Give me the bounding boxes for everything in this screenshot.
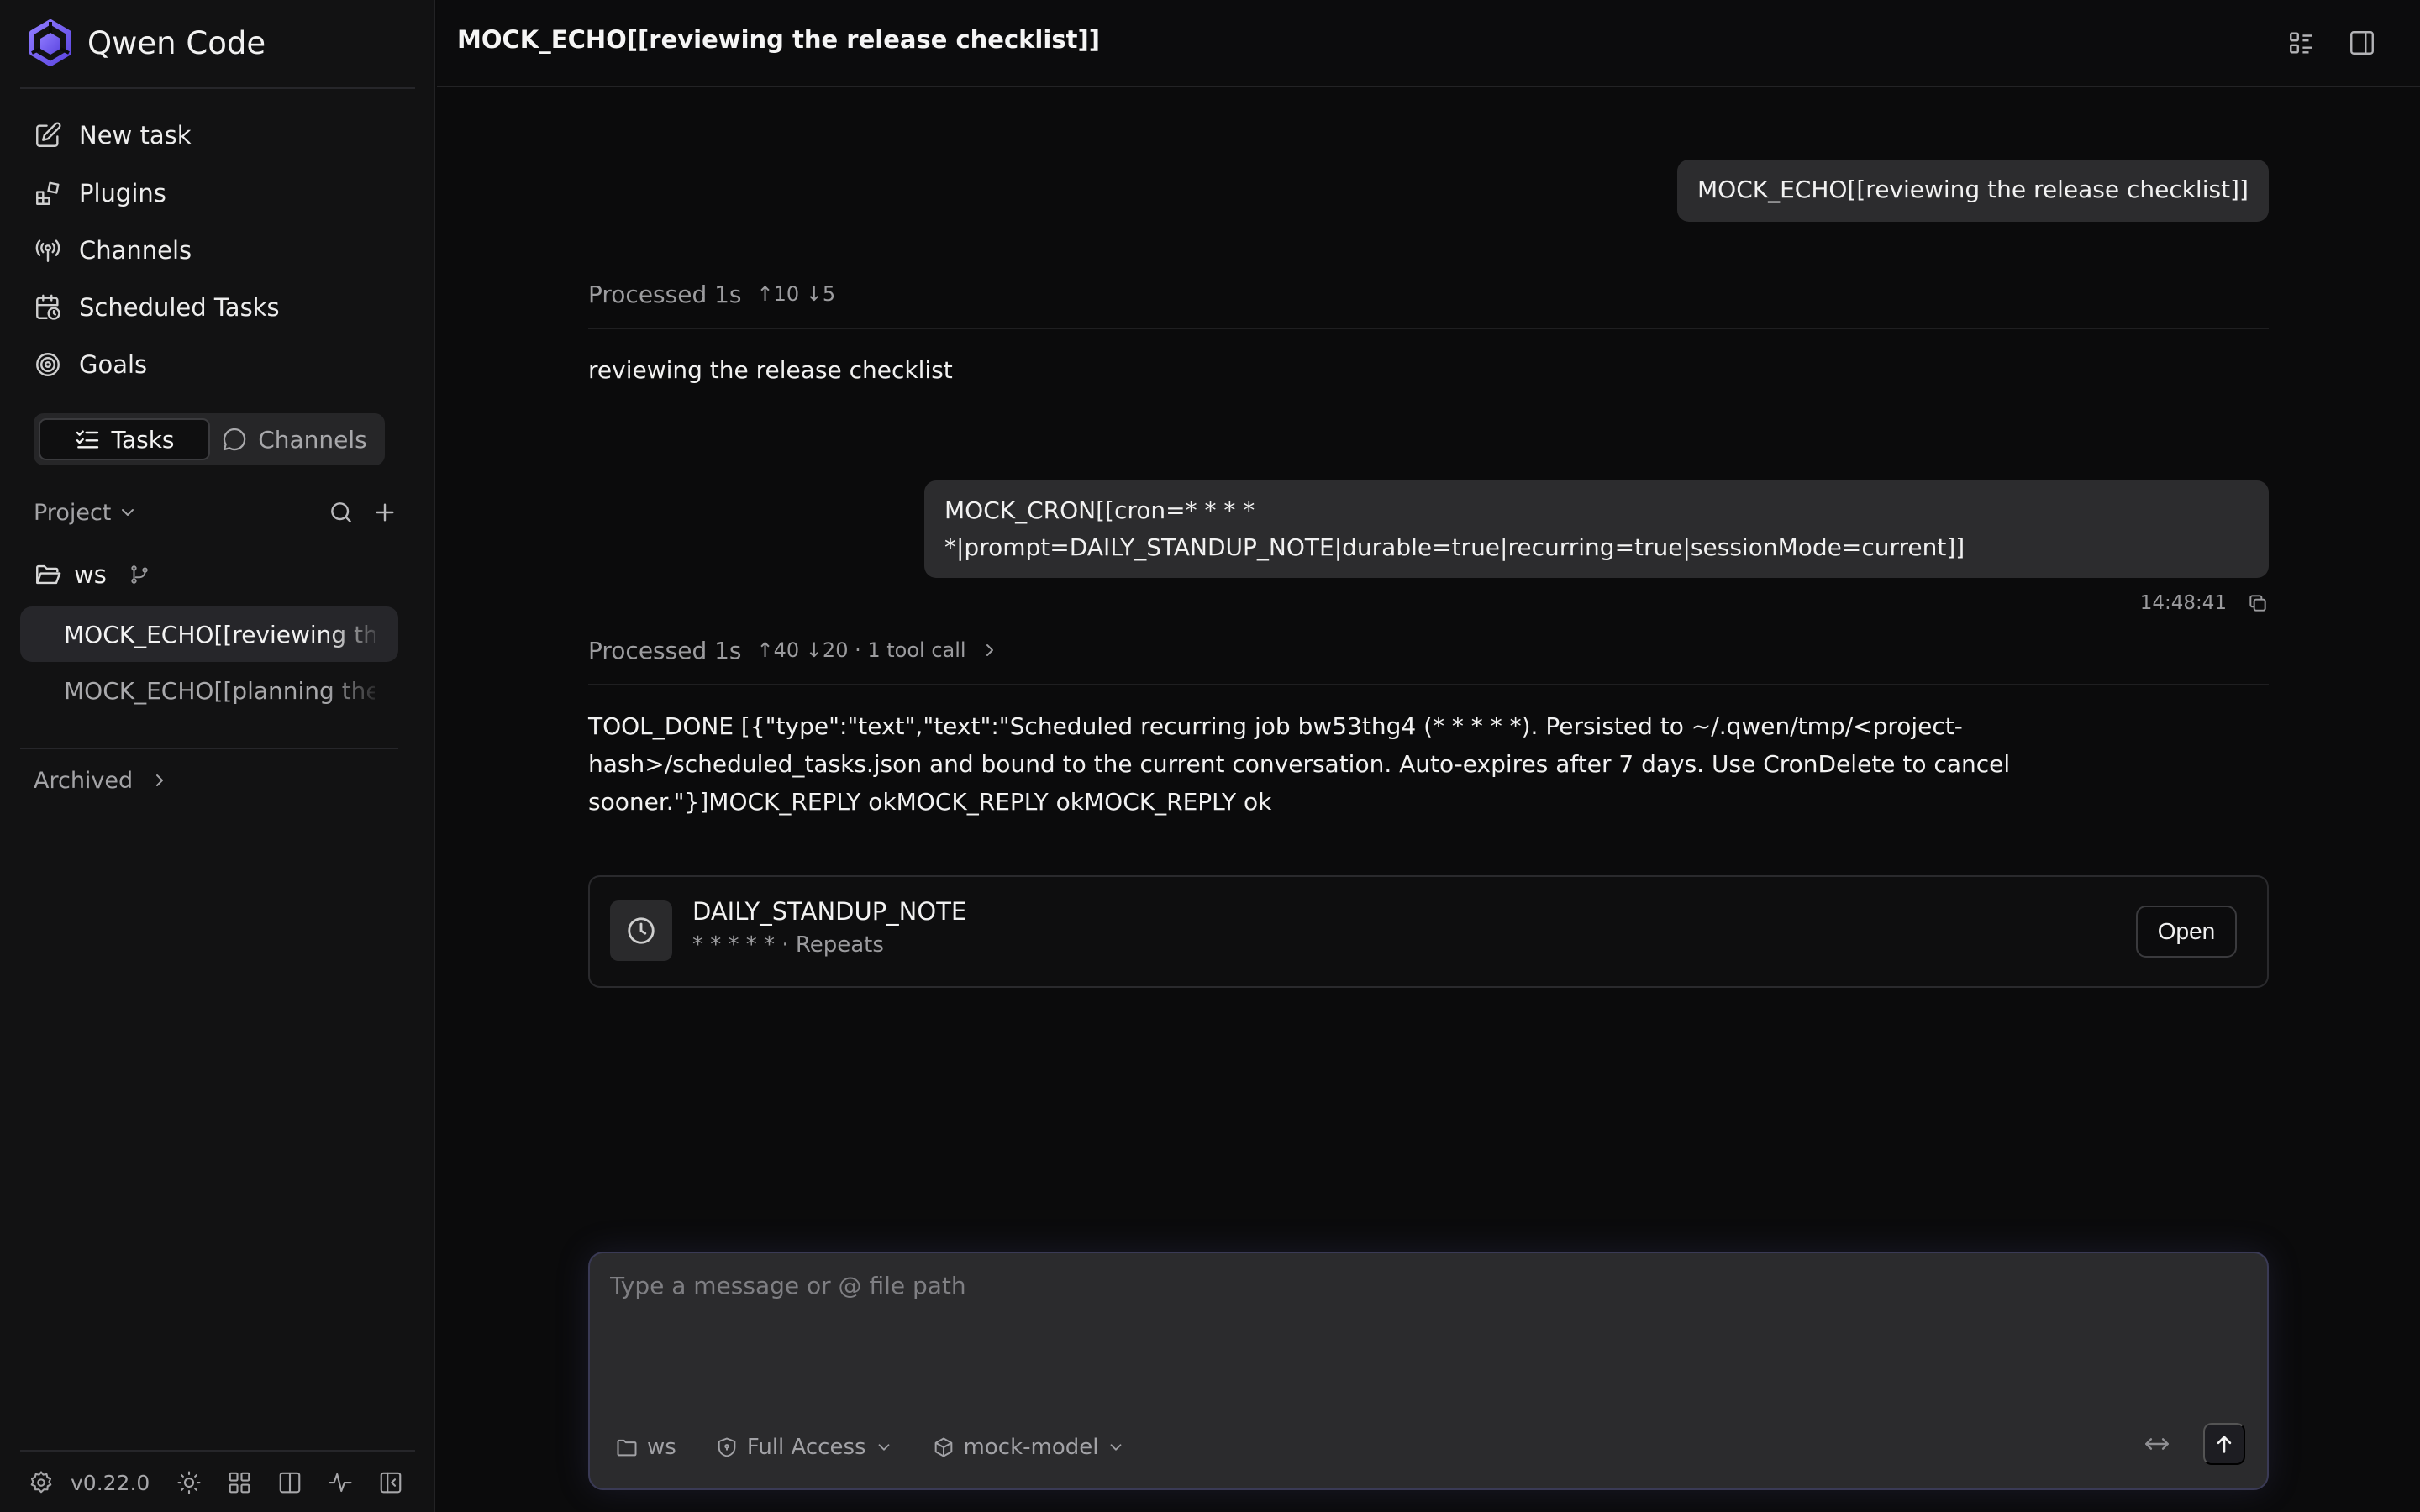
sidebar: Qwen Code New task Plugins Channels Sche… (0, 0, 435, 1512)
token-stats: ↑10 ↓5 (756, 282, 836, 306)
sun-icon[interactable] (176, 1470, 202, 1495)
workspace-folder[interactable]: ws (34, 553, 150, 596)
tab-label: Tasks (111, 425, 175, 454)
session-item[interactable]: MOCK_ECHO[[planning the (20, 663, 398, 718)
model-label: mock-model (963, 1435, 1099, 1460)
processed-summary[interactable]: Processed 1s ↑10 ↓5 (588, 274, 2269, 314)
archived-label: Archived (34, 767, 134, 794)
task-icon-tile (610, 900, 672, 961)
activity-icon[interactable] (328, 1470, 353, 1495)
chevron-down-icon (875, 1438, 893, 1457)
target-icon (34, 350, 62, 379)
processed-label: Processed 1s (588, 280, 742, 308)
copy-icon[interactable] (2247, 592, 2269, 614)
cube-icon (932, 1436, 955, 1459)
text-fade (326, 606, 385, 662)
assistant-reply: TOOL_DONE [{"type":"text","text":"Schedu… (588, 712, 2011, 816)
chevron-right-icon (980, 640, 1000, 660)
edit-icon (34, 121, 62, 150)
composer-toolbar: ws Full Access mock-model (615, 1426, 1164, 1468)
nav-plugins[interactable]: Plugins (20, 167, 415, 219)
expand-horizontal-icon[interactable] (2143, 1430, 2171, 1458)
chat-bubble-icon (221, 426, 248, 453)
workspace-chip-label: ws (647, 1435, 676, 1460)
shield-icon (715, 1436, 739, 1459)
task-list-icon[interactable] (2287, 29, 2316, 57)
arrow-up-icon (2212, 1432, 2236, 1456)
token-stats: ↑40 ↓20 · 1 tool call (756, 638, 966, 662)
project-dropdown-label[interactable]: Project (34, 500, 111, 526)
archived-toggle[interactable]: Archived (34, 761, 170, 800)
plugins-icon (34, 179, 62, 207)
nav-label: Plugins (79, 179, 166, 207)
model-dropdown[interactable]: mock-model (932, 1435, 1126, 1460)
project-actions (311, 499, 398, 526)
nav-label: Goals (79, 350, 148, 379)
project-header: Project (34, 491, 398, 534)
processed-label: Processed 1s (588, 636, 742, 664)
topbar-actions (2255, 29, 2376, 57)
divider (588, 684, 2269, 685)
brand: Qwen Code (27, 18, 266, 67)
view-switcher: Tasks Channels (34, 413, 385, 465)
user-message: MOCK_CRON[[cron=* * * * *|prompt=DAILY_S… (924, 480, 2269, 578)
composer: ws Full Access mock-model (588, 1252, 2269, 1490)
open-task-button[interactable]: Open (2136, 906, 2237, 958)
plus-icon[interactable] (371, 499, 398, 526)
folder-icon (615, 1436, 639, 1459)
chevron-right-icon (150, 770, 170, 790)
scheduled-task-schedule: * * * * * · Repeats (692, 932, 884, 958)
nav-label: Channels (79, 236, 192, 265)
app-name: Qwen Code (87, 24, 266, 61)
git-branch-icon (129, 564, 150, 585)
workspace-name: ws (74, 560, 107, 589)
composer-actions (2143, 1423, 2245, 1465)
broadcast-icon (34, 236, 62, 265)
search-icon[interactable] (328, 499, 355, 526)
session-item[interactable]: MOCK_ECHO[[reviewing the release checkli… (20, 606, 398, 662)
toggle-panel-icon[interactable] (2348, 29, 2376, 57)
chevron-down-icon[interactable] (118, 502, 138, 522)
tab-tasks[interactable]: Tasks (39, 418, 210, 460)
nav-channels[interactable]: Channels (20, 224, 415, 276)
topbar: MOCK_ECHO[[reviewing the release checkli… (437, 0, 2420, 87)
nav-label: New task (79, 121, 192, 150)
clock-icon (625, 915, 657, 947)
split-view-icon[interactable] (277, 1470, 302, 1495)
qwen-logo-icon (27, 19, 74, 66)
nav-goals[interactable]: Goals (20, 339, 415, 391)
nav-label: Scheduled Tasks (79, 293, 280, 322)
send-button[interactable] (2203, 1423, 2245, 1465)
message-input[interactable] (610, 1272, 2207, 1373)
collapse-sidebar-icon[interactable] (378, 1470, 403, 1495)
version-label: v0.22.0 (71, 1470, 150, 1495)
calendar-clock-icon (34, 293, 62, 322)
text-fade (326, 663, 385, 718)
gear-icon[interactable] (29, 1470, 54, 1495)
divider (588, 328, 2269, 329)
divider (20, 1450, 415, 1452)
processed-summary[interactable]: Processed 1s ↑40 ↓20 · 1 tool call (588, 630, 2269, 670)
list-checks-icon (74, 426, 101, 453)
page-title: MOCK_ECHO[[reviewing the release checkli… (457, 25, 1100, 54)
divider (20, 87, 415, 89)
divider (20, 748, 398, 749)
sidebar-footer: v0.22.0 (29, 1465, 403, 1500)
message-meta: 14:48:41 (2101, 588, 2269, 618)
nav-scheduled-tasks[interactable]: Scheduled Tasks (20, 281, 415, 333)
access-mode-label: Full Access (746, 1435, 866, 1460)
nav-new-task[interactable]: New task (20, 109, 415, 161)
scheduled-task-card: DAILY_STANDUP_NOTE * * * * * · Repeats O… (588, 875, 2269, 988)
tab-label: Channels (258, 425, 367, 454)
message-timestamp: 14:48:41 (2139, 592, 2227, 614)
user-message: MOCK_ECHO[[reviewing the release checkli… (1677, 160, 2269, 222)
access-mode-dropdown[interactable]: Full Access (715, 1435, 893, 1460)
assistant-reply: reviewing the release checklist (588, 356, 953, 384)
chevron-down-icon (1107, 1438, 1125, 1457)
workspace-chip[interactable]: ws (615, 1435, 676, 1460)
scheduled-task-title: DAILY_STANDUP_NOTE (692, 897, 967, 926)
folder-open-icon (34, 560, 62, 589)
tab-channels[interactable]: Channels (210, 418, 378, 460)
grid-icon[interactable] (227, 1470, 252, 1495)
